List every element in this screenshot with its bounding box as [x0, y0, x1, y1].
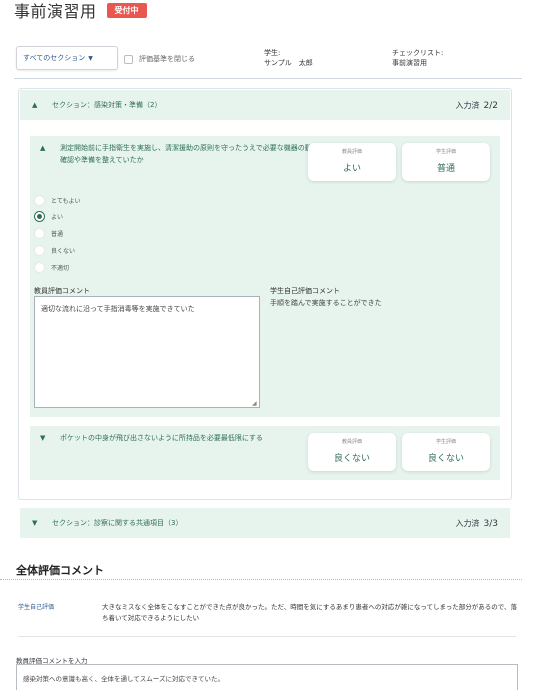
radio-option[interactable]: 良くない — [34, 244, 75, 256]
chevron-up-icon: ▲ — [32, 101, 38, 109]
radio-label: よい — [51, 213, 64, 221]
hide-criteria-toggle[interactable]: 評価基準を閉じる — [124, 54, 195, 64]
teacher-comment-label: 教員評価コメント — [34, 287, 90, 295]
progress-value: 2/2 — [483, 100, 498, 111]
radio-label: 良くない — [51, 247, 76, 255]
student-comment-label: 学生自己評価コメント — [270, 287, 340, 295]
student-info: 学生: サンプル 太郎 — [264, 48, 313, 68]
student-eval-caption: 学生評価 — [435, 439, 456, 445]
section-title: セクション：感染対策・準備（2） — [52, 101, 162, 109]
progress-label: 入力済 — [455, 100, 480, 110]
progress-value: 3/3 — [483, 518, 498, 529]
toolbar: すべてのセクション ▼ 評価基準を閉じる 学生: サンプル 太郎 チェックリスト… — [14, 46, 522, 74]
page-header: 事前演習用 受付中 — [14, 0, 147, 21]
checklist-info: チェックリスト: 事前演習用 — [392, 48, 443, 68]
hide-criteria-label: 評価基準を閉じる — [139, 55, 195, 63]
chevron-down-icon[interactable]: ▼ — [40, 434, 45, 442]
divider — [14, 78, 522, 79]
radio-button-checked[interactable] — [34, 210, 45, 222]
divider — [0, 579, 522, 580]
item-question: ポケットの中身が飛び出さないように所持品を必要最低限にする — [60, 434, 263, 442]
checklist-name: 事前演習用 — [392, 59, 427, 67]
radio-button[interactable] — [34, 261, 45, 273]
chevron-up-icon[interactable]: ▲ — [40, 144, 45, 152]
student-eval-value: 良くない — [427, 454, 464, 464]
radio-label: とてもよい — [51, 197, 81, 205]
self-eval-text: 大きなミスなく全体をこなすことができた点が良かった。ただ、時間を気にするあまり患… — [102, 603, 518, 622]
radio-button[interactable] — [34, 244, 45, 256]
status-badge: 受付中 — [106, 2, 147, 18]
section-select[interactable]: すべてのセクション ▼ — [16, 46, 118, 70]
section-select-value: すべてのセクション — [23, 54, 86, 62]
progress-label: 入力済 — [455, 518, 480, 528]
section-progress: 入力済 3/3 — [456, 518, 498, 529]
teacher-eval-caption: 教員評価 — [341, 149, 362, 155]
chevron-down-icon: ▼ — [32, 519, 38, 527]
teacher-overall-textarea[interactable]: 感染対策への意識も高く、全体を通してスムーズに対応できていた。 — [16, 664, 518, 690]
student-eval-box: 学生評価 普通 — [402, 143, 490, 181]
teacher-comment-textarea[interactable]: 適切な流れに沿って手指消毒等を実施できていた — [34, 296, 260, 408]
overall-title: 全体評価コメント — [16, 564, 104, 577]
radio-label: 普通 — [51, 230, 64, 238]
radio-button[interactable] — [34, 194, 45, 206]
student-label: 学生: — [264, 49, 281, 57]
page-title: 事前演習用 — [14, 2, 97, 21]
teacher-eval-caption: 教員評価 — [341, 439, 362, 445]
radio-dot — [37, 213, 42, 219]
hide-criteria-checkbox[interactable] — [124, 54, 133, 64]
student-eval-value: 普通 — [436, 164, 455, 174]
section-title: セクション：診察に関する共通項目（3） — [52, 519, 183, 527]
radio-label: 不適切 — [51, 264, 70, 272]
section-header-common[interactable]: ▼ セクション：診察に関する共通項目（3） 入力済 3/3 — [20, 508, 510, 538]
divider — [18, 636, 516, 637]
radio-option-selected[interactable]: よい — [34, 210, 63, 222]
checklist-item: ▼ ポケットの中身が飛び出さないように所持品を必要最低限にする 教員評価 良くな… — [30, 426, 500, 480]
student-name: サンプル 太郎 — [264, 59, 313, 67]
student-eval-caption: 学生評価 — [435, 149, 456, 155]
radio-option[interactable]: とてもよい — [34, 194, 81, 206]
teacher-eval-value: 良くない — [333, 454, 370, 464]
checklist-label: チェックリスト: — [392, 49, 444, 57]
item-question: 測定開始前に手指衛生を実施し、清潔援助の原則を守ったうえで必要な機器の動作確認や… — [60, 144, 319, 164]
section-progress: 入力済 2/2 — [456, 100, 498, 111]
teacher-eval-box: 教員評価 よい — [308, 143, 396, 181]
radio-option[interactable]: 不適切 — [34, 261, 69, 273]
student-comment-text: 手順を踏んで実施することができた — [270, 299, 382, 307]
chevron-down-icon: ▼ — [88, 54, 93, 62]
resize-handle-icon[interactable]: ◢ — [252, 400, 257, 407]
student-eval-box: 学生評価 良くない — [402, 433, 490, 471]
teacher-eval-value: よい — [342, 164, 361, 174]
self-eval-label: 学生自己評価 — [18, 604, 55, 611]
section-header-infection[interactable]: ▲ セクション：感染対策・準備（2） 入力済 2/2 — [20, 90, 510, 120]
teacher-eval-box: 教員評価 良くない — [308, 433, 396, 471]
radio-option[interactable]: 普通 — [34, 227, 63, 239]
radio-button[interactable] — [34, 227, 45, 239]
